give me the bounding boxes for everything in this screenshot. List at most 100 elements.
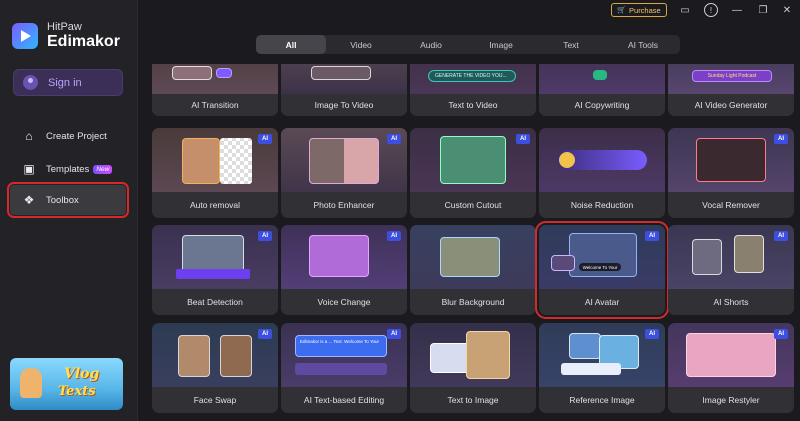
tool-card-ai-transition[interactable]: AI Transition — [152, 64, 278, 116]
tab-all[interactable]: All — [256, 35, 326, 54]
home-icon: ⌂ — [25, 129, 33, 143]
ai-badge: AI — [516, 134, 530, 144]
tool-label: Image To Video — [281, 94, 407, 116]
ai-badge: AI — [258, 134, 272, 144]
toolbox-icon: ❖ — [23, 193, 35, 207]
tool-label: Noise Reduction — [539, 192, 665, 218]
tool-label: Face Swap — [152, 387, 278, 413]
tool-card-image-restyler[interactable]: AI Image Restyler — [668, 323, 794, 413]
tool-label: AI Avatar — [539, 289, 665, 315]
feedback-icon[interactable]: ▭ — [678, 3, 692, 17]
tool-card-blur-background[interactable]: Blur Background — [410, 225, 536, 315]
ai-badge: AI — [774, 134, 788, 144]
tool-card-ai-avatar[interactable]: Welcome To Your AI AI Avatar — [535, 221, 669, 319]
tool-card-face-swap[interactable]: AI Face Swap — [152, 323, 278, 413]
close-icon[interactable]: ✕ — [780, 3, 794, 17]
tab-video[interactable]: Video — [326, 35, 396, 54]
tool-card-custom-cutout[interactable]: AI Custom Cutout — [410, 128, 536, 218]
toolbox-grid: AI Transition Image To Video GENERATE TH… — [146, 64, 800, 421]
promo-title-line1: Vlog — [64, 366, 100, 382]
transcript-bubble: Edimakor is a ... Text. Welcome To Your — [295, 335, 387, 357]
purchase-label: Purchase — [629, 5, 661, 15]
ai-badge: AI — [387, 231, 401, 241]
tool-card-reference-image[interactable]: AI Reference Image — [539, 323, 665, 413]
restore-icon[interactable]: ❐ — [756, 3, 770, 17]
sidebar-item-create-project[interactable]: ⌂ Create Project — [10, 121, 126, 151]
tool-card-noise-reduction[interactable]: Noise Reduction — [539, 128, 665, 218]
tool-card-ai-shorts[interactable]: AI AI Shorts — [668, 225, 794, 315]
new-badge: New — [93, 164, 113, 174]
tool-label: AI Text-based Editing — [281, 387, 407, 413]
tab-image[interactable]: Image — [466, 35, 536, 54]
tab-audio[interactable]: Audio — [396, 35, 466, 54]
tool-label: AI Copywriting — [539, 94, 665, 116]
ai-badge: AI — [774, 231, 788, 241]
ai-video-generator-thumbnail: Sunday Light Podcast — [668, 64, 794, 94]
sidebar-item-label: Create Project — [46, 130, 107, 142]
tool-card-auto-removal[interactable]: AI Auto removal — [152, 128, 278, 218]
tool-card-photo-enhancer[interactable]: AI Photo Enhancer — [281, 128, 407, 218]
ai-badge: AI — [645, 231, 659, 241]
sidebar-item-label: Templates — [46, 163, 90, 175]
image-to-video-thumbnail — [281, 64, 407, 94]
sign-in-button[interactable]: Sign in — [13, 69, 123, 96]
tool-label: AI Video Generator — [668, 94, 794, 116]
templates-icon: ▣ — [23, 162, 35, 176]
promo-title-line2: Texts — [58, 384, 96, 399]
tool-label: Image Restyler — [668, 387, 794, 413]
edimakor-logo-icon — [12, 23, 38, 50]
sidebar-item-label: Toolbox — [46, 194, 79, 206]
tool-label: Reference Image — [539, 387, 665, 413]
purchase-button[interactable]: 🛒 Purchase — [611, 3, 667, 17]
category-tabs: All Video Audio Image Text AI Tools — [256, 35, 680, 54]
tool-card-vocal-remover[interactable]: AI Vocal Remover — [668, 128, 794, 218]
ai-transition-thumbnail — [152, 64, 278, 94]
tool-card-ai-text-based-editing[interactable]: Edimakor is a ... Text. Welcome To Your … — [281, 323, 407, 413]
brand-company: HitPaw — [47, 21, 82, 33]
tool-card-ai-video-generator[interactable]: Sunday Light Podcast AI Video Generator — [668, 64, 794, 116]
sidebar-item-toolbox[interactable]: ❖ Toolbox — [7, 182, 129, 218]
blur-background-thumbnail — [410, 225, 536, 297]
vlog-texts-promo-banner[interactable]: Vlog Texts — [10, 358, 123, 410]
tool-label: Auto removal — [152, 192, 278, 218]
ai-badge: AI — [645, 329, 659, 339]
tool-card-text-to-video[interactable]: GENERATE THE VIDEO YOU... Text to Video — [410, 64, 536, 116]
sidebar: HitPaw Edimakor Sign in ⌂ Create Project… — [0, 0, 138, 421]
tool-card-voice-change[interactable]: AI Voice Change — [281, 225, 407, 315]
tab-ai-tools[interactable]: AI Tools — [606, 35, 680, 54]
tool-label: Custom Cutout — [410, 192, 536, 218]
promo-character-image — [20, 368, 42, 398]
sidebar-item-templates[interactable]: ▣ Templates New — [10, 154, 126, 184]
tool-label: AI Shorts — [668, 289, 794, 315]
tool-label: Voice Change — [281, 289, 407, 315]
tool-card-text-to-image[interactable]: Text to Image — [410, 323, 536, 413]
tab-text[interactable]: Text — [536, 35, 606, 54]
podcast-caption: Sunday Light Podcast — [692, 70, 772, 82]
brand-product: Edimakor — [47, 32, 120, 50]
noise-reduction-thumbnail — [539, 128, 665, 200]
tool-label: Vocal Remover — [668, 192, 794, 218]
brand: HitPaw Edimakor — [12, 21, 120, 50]
avatar-icon — [23, 75, 38, 90]
avatar-caption: Welcome To Your — [579, 263, 621, 271]
tool-label: Text to Image — [410, 387, 536, 413]
minimize-icon[interactable]: — — [730, 3, 744, 17]
info-icon[interactable]: ! — [704, 3, 718, 17]
tool-card-ai-copywriting[interactable]: AI Copywriting — [539, 64, 665, 116]
title-bar: 🛒 Purchase ▭ ! — ❐ ✕ — [138, 0, 800, 22]
ai-badge: AI — [387, 329, 401, 339]
ai-badge: AI — [774, 329, 788, 339]
ai-copywriting-thumbnail — [539, 64, 665, 94]
prompt-bubble: GENERATE THE VIDEO YOU... — [428, 70, 516, 82]
tool-label: Blur Background — [410, 289, 536, 315]
text-to-image-thumbnail — [410, 323, 536, 395]
app-window: HitPaw Edimakor Sign in ⌂ Create Project… — [0, 0, 800, 421]
ai-badge: AI — [258, 231, 272, 241]
ai-badge: AI — [387, 134, 401, 144]
tool-label: Photo Enhancer — [281, 192, 407, 218]
tool-card-image-to-video[interactable]: Image To Video — [281, 64, 407, 116]
cart-icon: 🛒 — [617, 7, 627, 14]
tool-card-beat-detection[interactable]: AI Beat Detection — [152, 225, 278, 315]
sign-in-label: Sign in — [48, 76, 82, 89]
text-to-video-thumbnail: GENERATE THE VIDEO YOU... — [410, 64, 536, 94]
